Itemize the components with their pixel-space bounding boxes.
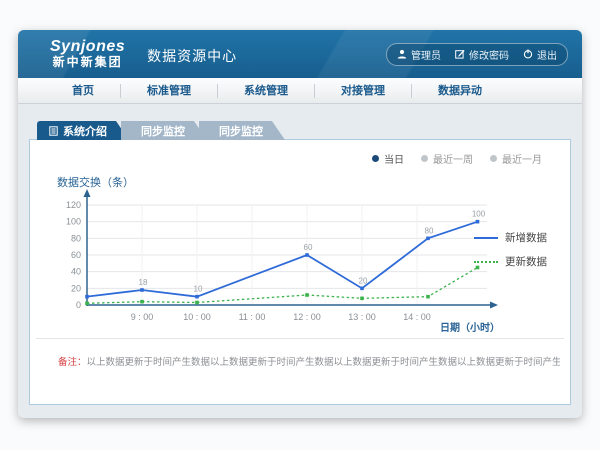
- nav-item-0[interactable]: 首页: [46, 84, 121, 98]
- svg-text:11 : 00: 11 : 00: [239, 312, 266, 322]
- svg-text:20: 20: [359, 276, 368, 285]
- change-password-label: 修改密码: [469, 47, 509, 62]
- solid-line-icon: [474, 237, 498, 239]
- period-option-0[interactable]: 当日: [372, 151, 404, 166]
- legend-label: 更新数据: [505, 254, 547, 269]
- svg-text:0: 0: [76, 300, 81, 310]
- period-option-2[interactable]: 最近一月: [490, 151, 542, 166]
- svg-text:9 : 00: 9 : 00: [131, 312, 154, 322]
- note-prefix: 备注：: [58, 357, 87, 368]
- edit-icon: [455, 49, 465, 59]
- user-button[interactable]: 管理员: [397, 47, 441, 62]
- logo-company-text: 新中新集团: [53, 56, 123, 69]
- tab-label: 同步监控: [219, 123, 263, 139]
- svg-text:120: 120: [66, 200, 81, 210]
- note-row: 备注：以上数据更新于时间产生数据以上数据更新于时间产生数据以上数据更新于时间产生…: [58, 354, 560, 368]
- nav-item-1[interactable]: 标准管理: [121, 84, 218, 98]
- note-divider: [36, 338, 564, 339]
- change-password-button[interactable]: 修改密码: [455, 47, 509, 62]
- logout-label: 退出: [537, 47, 557, 62]
- nav-item-2[interactable]: 系统管理: [218, 84, 315, 98]
- period-option-label: 最近一月: [502, 151, 542, 166]
- legend-item-0: 新增数据: [474, 230, 562, 245]
- period-filter: 当日 最近一周 最近一月: [372, 151, 542, 166]
- dotted-line-icon: [474, 261, 498, 263]
- tab-row: 系统介绍 同步监控 同步监控: [37, 121, 571, 140]
- radio-icon: [421, 155, 428, 162]
- svg-text:18: 18: [139, 278, 148, 287]
- nav-bar: 首页标准管理系统管理对接管理数据异动: [18, 78, 582, 104]
- tab-2[interactable]: 同步监控: [199, 121, 285, 140]
- svg-text:13 : 00: 13 : 00: [348, 312, 376, 322]
- radio-icon: [490, 155, 497, 162]
- svg-text:12 : 00: 12 : 00: [293, 312, 321, 322]
- svg-text:20: 20: [71, 283, 81, 293]
- user-button-label: 管理员: [411, 47, 441, 62]
- logo: Synjones 新中新集团: [50, 39, 125, 68]
- svg-text:80: 80: [425, 226, 434, 235]
- svg-text:日期（小时）: 日期（小时）: [440, 321, 500, 334]
- tab-label: 同步监控: [141, 123, 185, 139]
- svg-text:10 : 00: 10 : 00: [183, 312, 211, 322]
- svg-text:100: 100: [472, 210, 486, 219]
- chart-panel: 当日最近一周最近一月 数据交换（条） 0204060801001209 : 00…: [29, 139, 571, 405]
- note-text: 以上数据更新于时间产生数据以上数据更新于时间产生数据以上数据更新于时间产生数据以…: [87, 357, 560, 368]
- user-icon: [397, 49, 407, 59]
- tab-1[interactable]: 同步监控: [121, 121, 207, 140]
- content-area: 系统介绍同步监控同步监控 当日最近一周最近一月 数据交换（条） 02040608…: [18, 104, 582, 405]
- svg-text:100: 100: [66, 217, 81, 227]
- svg-text:10: 10: [194, 285, 203, 294]
- period-option-label: 最近一周: [433, 151, 473, 166]
- svg-text:14 : 00: 14 : 00: [403, 312, 431, 322]
- line-chart: 0 20 40 60 80 100 120 9 : 00 10 : 00 11 : 00 12 : …: [42, 187, 508, 337]
- legend-label: 新增数据: [505, 230, 547, 245]
- nav-item-4[interactable]: 数据异动: [412, 84, 508, 98]
- chart-legend: 新增数据更新数据: [474, 230, 562, 269]
- app-header: Synjones 新中新集团 数据资源中心 管理员 修改密码 退出: [18, 30, 582, 78]
- legend-item-1: 更新数据: [474, 254, 562, 269]
- power-icon: [523, 49, 533, 59]
- logo-brand-text: Synjones: [50, 39, 125, 56]
- svg-text:80: 80: [71, 233, 81, 243]
- tab-0[interactable]: 系统介绍: [37, 121, 129, 140]
- header-actions: 管理员 修改密码 退出: [386, 43, 568, 66]
- radio-selected-icon: [372, 155, 379, 162]
- nav-item-3[interactable]: 对接管理: [315, 84, 412, 98]
- page-card: Synjones 新中新集团 数据资源中心 管理员 修改密码 退出: [18, 30, 582, 418]
- svg-text:60: 60: [71, 250, 81, 260]
- period-option-1[interactable]: 最近一周: [421, 151, 473, 166]
- tab-label: 系统介绍: [63, 123, 107, 139]
- svg-text:60: 60: [304, 243, 313, 252]
- period-option-label: 当日: [384, 151, 404, 166]
- logout-button[interactable]: 退出: [523, 47, 557, 62]
- svg-text:40: 40: [71, 267, 81, 277]
- document-icon: [49, 126, 58, 136]
- app-title: 数据资源中心: [147, 46, 237, 66]
